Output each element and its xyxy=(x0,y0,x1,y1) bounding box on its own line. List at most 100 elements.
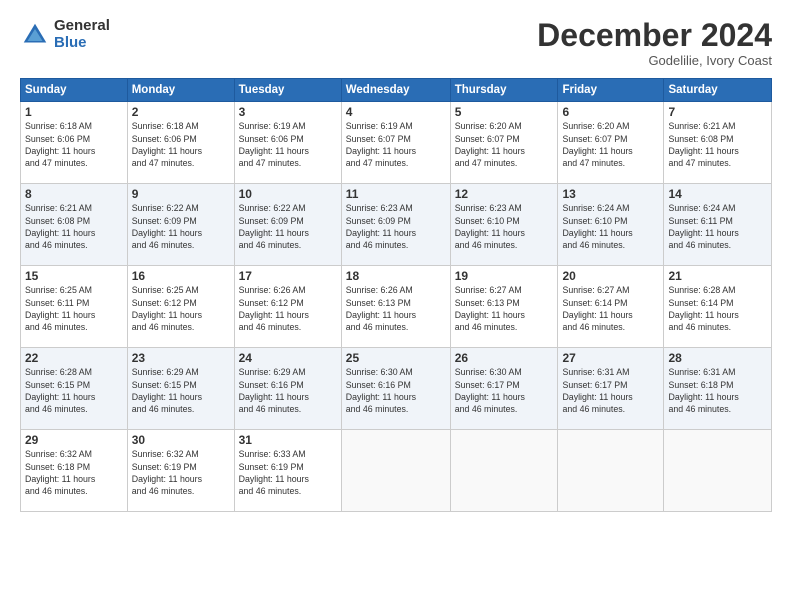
day-info: Sunrise: 6:27 AMSunset: 6:14 PMDaylight:… xyxy=(562,285,632,332)
calendar-cell-28: 28 Sunrise: 6:31 AMSunset: 6:18 PMDayligh… xyxy=(664,348,772,430)
day-number: 8 xyxy=(25,187,123,201)
logo-text: General Blue xyxy=(54,18,110,51)
calendar-week-3: 15Sunrise: 6:25 AMSunset: 6:11 PMDayligh… xyxy=(21,266,772,348)
col-friday: Friday xyxy=(558,79,664,102)
day-info: Sunrise: 6:22 AMSunset: 6:09 PMDaylight:… xyxy=(132,203,202,250)
day-info: Sunrise: 6:28 AMSunset: 6:15 PMDaylight:… xyxy=(25,367,95,414)
calendar-cell-21: 21Sunrise: 6:28 AMSunset: 6:14 PMDayligh… xyxy=(664,266,772,348)
month-title: December 2024 xyxy=(537,18,772,53)
col-tuesday: Tuesday xyxy=(234,79,341,102)
day-info: Sunrise: 6:29 AMSunset: 6:15 PMDaylight:… xyxy=(132,367,202,414)
day-info: Sunrise: 6:21 AMSunset: 6:08 PMDaylight:… xyxy=(25,203,95,250)
calendar-cell-2: 2 Sunrise: 6:18 AMSunset: 6:06 PMDaylight… xyxy=(127,102,234,184)
calendar-cell-17: 17 Sunrise: 6:26 AMSunset: 6:12 PMDayligh… xyxy=(234,266,341,348)
day-info: Sunrise: 6:25 AMSunset: 6:12 PMDaylight:… xyxy=(132,285,202,332)
calendar-cell-5: 5Sunrise: 6:20 AMSunset: 6:07 PMDaylight… xyxy=(450,102,558,184)
day-info: Sunrise: 6:19 AMSunset: 6:06 PMDaylight:… xyxy=(239,121,309,168)
calendar-cell-20: 20Sunrise: 6:27 AMSunset: 6:14 PMDayligh… xyxy=(558,266,664,348)
calendar-cell-26: 26Sunrise: 6:30 AMSunset: 6:17 PMDayligh… xyxy=(450,348,558,430)
day-info: Sunrise: 6:30 AMSunset: 6:16 PMDaylight:… xyxy=(346,367,416,414)
day-number: 25 xyxy=(346,351,446,365)
calendar-header-row: Sunday Monday Tuesday Wednesday Thursday… xyxy=(21,79,772,102)
calendar-cell-31: 31Sunrise: 6:33 AMSunset: 6:19 PMDayligh… xyxy=(234,430,341,512)
logo: General Blue xyxy=(20,18,110,51)
col-thursday: Thursday xyxy=(450,79,558,102)
col-sunday: Sunday xyxy=(21,79,128,102)
day-number: 6 xyxy=(562,105,659,119)
calendar-cell-22: 22 Sunrise: 6:28 AMSunset: 6:15 PMDayligh… xyxy=(21,348,128,430)
calendar-cell-15: 15Sunrise: 6:25 AMSunset: 6:11 PMDayligh… xyxy=(21,266,128,348)
logo-icon xyxy=(20,20,50,50)
calendar-week-4: 22 Sunrise: 6:28 AMSunset: 6:15 PMDayligh… xyxy=(21,348,772,430)
day-number: 7 xyxy=(668,105,767,119)
day-number: 22 xyxy=(25,351,123,365)
day-number: 29 xyxy=(25,433,123,447)
day-info: Sunrise: 6:28 AMSunset: 6:14 PMDaylight:… xyxy=(668,285,738,332)
day-number: 2 xyxy=(132,105,230,119)
calendar-cell-empty xyxy=(341,430,450,512)
day-info: Sunrise: 6:26 AMSunset: 6:12 PMDaylight:… xyxy=(239,285,309,332)
day-info: Sunrise: 6:18 AMSunset: 6:06 PMDaylight:… xyxy=(25,121,95,168)
day-number: 27 xyxy=(562,351,659,365)
day-number: 11 xyxy=(346,187,446,201)
calendar-cell-3: 3 Sunrise: 6:19 AMSunset: 6:06 PMDaylight… xyxy=(234,102,341,184)
header: General Blue December 2024 Godelilie, Iv… xyxy=(20,18,772,68)
col-monday: Monday xyxy=(127,79,234,102)
page: General Blue December 2024 Godelilie, Iv… xyxy=(0,0,792,612)
calendar-cell-11: 11 Sunrise: 6:23 AMSunset: 6:09 PMDayligh… xyxy=(341,184,450,266)
day-info: Sunrise: 6:30 AMSunset: 6:17 PMDaylight:… xyxy=(455,367,525,414)
day-number: 1 xyxy=(25,105,123,119)
day-number: 24 xyxy=(239,351,337,365)
calendar-cell-empty xyxy=(558,430,664,512)
calendar-cell-12: 12Sunrise: 6:23 AMSunset: 6:10 PMDayligh… xyxy=(450,184,558,266)
day-number: 23 xyxy=(132,351,230,365)
logo-general: General xyxy=(54,18,110,35)
day-info: Sunrise: 6:31 AMSunset: 6:18 PMDaylight:… xyxy=(668,367,738,414)
calendar-cell-23: 23 Sunrise: 6:29 AMSunset: 6:15 PMDayligh… xyxy=(127,348,234,430)
calendar-cell-19: 19Sunrise: 6:27 AMSunset: 6:13 PMDayligh… xyxy=(450,266,558,348)
calendar-cell-4: 4Sunrise: 6:19 AMSunset: 6:07 PMDaylight… xyxy=(341,102,450,184)
calendar-cell-13: 13 Sunrise: 6:24 AMSunset: 6:10 PMDayligh… xyxy=(558,184,664,266)
day-number: 9 xyxy=(132,187,230,201)
day-info: Sunrise: 6:24 AMSunset: 6:11 PMDaylight:… xyxy=(668,203,738,250)
day-number: 18 xyxy=(346,269,446,283)
col-wednesday: Wednesday xyxy=(341,79,450,102)
day-number: 30 xyxy=(132,433,230,447)
day-info: Sunrise: 6:27 AMSunset: 6:13 PMDaylight:… xyxy=(455,285,525,332)
calendar-cell-10: 10 Sunrise: 6:22 AMSunset: 6:09 PMDayligh… xyxy=(234,184,341,266)
calendar-week-1: 1 Sunrise: 6:18 AMSunset: 6:06 PMDaylight… xyxy=(21,102,772,184)
calendar-cell-1: 1 Sunrise: 6:18 AMSunset: 6:06 PMDaylight… xyxy=(21,102,128,184)
day-info: Sunrise: 6:20 AMSunset: 6:07 PMDaylight:… xyxy=(455,121,525,168)
calendar-cell-8: 8 Sunrise: 6:21 AMSunset: 6:08 PMDaylight… xyxy=(21,184,128,266)
day-number: 13 xyxy=(562,187,659,201)
calendar-cell-24: 24Sunrise: 6:29 AMSunset: 6:16 PMDayligh… xyxy=(234,348,341,430)
day-number: 28 xyxy=(668,351,767,365)
day-number: 16 xyxy=(132,269,230,283)
calendar-cell-6: 6 Sunrise: 6:20 AMSunset: 6:07 PMDaylight… xyxy=(558,102,664,184)
calendar-cell-empty xyxy=(450,430,558,512)
calendar-cell-18: 18Sunrise: 6:26 AMSunset: 6:13 PMDayligh… xyxy=(341,266,450,348)
day-number: 17 xyxy=(239,269,337,283)
day-info: Sunrise: 6:32 AMSunset: 6:19 PMDaylight:… xyxy=(132,449,202,496)
calendar-cell-16: 16 Sunrise: 6:25 AMSunset: 6:12 PMDayligh… xyxy=(127,266,234,348)
day-info: Sunrise: 6:24 AMSunset: 6:10 PMDaylight:… xyxy=(562,203,632,250)
calendar-cell-9: 9 Sunrise: 6:22 AMSunset: 6:09 PMDaylight… xyxy=(127,184,234,266)
calendar-week-2: 8 Sunrise: 6:21 AMSunset: 6:08 PMDaylight… xyxy=(21,184,772,266)
day-info: Sunrise: 6:23 AMSunset: 6:09 PMDaylight:… xyxy=(346,203,416,250)
calendar-cell-30: 30 Sunrise: 6:32 AMSunset: 6:19 PMDayligh… xyxy=(127,430,234,512)
day-number: 4 xyxy=(346,105,446,119)
calendar: Sunday Monday Tuesday Wednesday Thursday… xyxy=(20,78,772,512)
day-number: 15 xyxy=(25,269,123,283)
location-subtitle: Godelilie, Ivory Coast xyxy=(537,53,772,68)
day-info: Sunrise: 6:18 AMSunset: 6:06 PMDaylight:… xyxy=(132,121,202,168)
day-number: 31 xyxy=(239,433,337,447)
day-number: 14 xyxy=(668,187,767,201)
day-info: Sunrise: 6:21 AMSunset: 6:08 PMDaylight:… xyxy=(668,121,738,168)
day-info: Sunrise: 6:22 AMSunset: 6:09 PMDaylight:… xyxy=(239,203,309,250)
calendar-cell-27: 27 Sunrise: 6:31 AMSunset: 6:17 PMDayligh… xyxy=(558,348,664,430)
day-info: Sunrise: 6:20 AMSunset: 6:07 PMDaylight:… xyxy=(562,121,632,168)
day-info: Sunrise: 6:23 AMSunset: 6:10 PMDaylight:… xyxy=(455,203,525,250)
day-info: Sunrise: 6:31 AMSunset: 6:17 PMDaylight:… xyxy=(562,367,632,414)
day-number: 10 xyxy=(239,187,337,201)
day-number: 3 xyxy=(239,105,337,119)
